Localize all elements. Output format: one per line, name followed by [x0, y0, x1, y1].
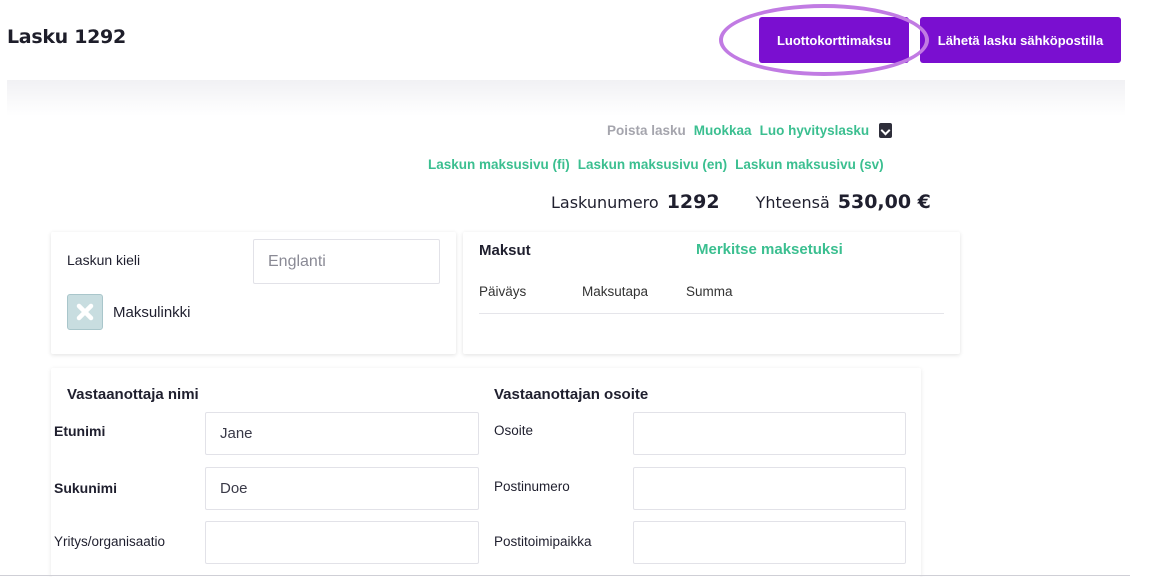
- recipient-name-title: Vastaanottaja nimi: [67, 386, 199, 403]
- page-title: Lasku 1292: [7, 26, 126, 48]
- payments-title: Maksut: [479, 242, 531, 259]
- page-header: Lasku 1292 Luottokorttimaksu Lähetä lask…: [0, 0, 1174, 80]
- column-method: Maksutapa: [582, 284, 649, 299]
- edit-link[interactable]: Muokkaa: [694, 123, 752, 138]
- total-label: Yhteensä: [755, 193, 830, 212]
- recipient-address-title: Vastaanottajan osoite: [494, 386, 649, 403]
- address-field[interactable]: [633, 412, 906, 455]
- payments-table-header: Päiväys Maksutapa Summa: [479, 284, 944, 314]
- close-icon: [76, 303, 94, 321]
- invoice-summary: Laskunumero 1292 Yhteensä 530,00 €: [551, 191, 931, 213]
- invoice-actions: Poista lasku Muokkaa Luo hyvityslasku: [607, 123, 893, 138]
- first-name-field[interactable]: Jane: [205, 412, 479, 455]
- company-field[interactable]: [205, 521, 479, 564]
- card-payment-button[interactable]: Luottokorttimaksu: [759, 17, 909, 63]
- payments-card: Maksut Merkitse maksetuksi Päiväys Maksu…: [463, 232, 960, 354]
- language-label: Laskun kieli: [67, 252, 141, 268]
- language-card: Laskun kieli Englanti Maksulinkki: [51, 232, 456, 354]
- send-email-button[interactable]: Lähetä lasku sähköpostilla: [920, 17, 1121, 63]
- column-sum: Summa: [686, 284, 733, 299]
- last-name-field[interactable]: Doe: [205, 467, 479, 510]
- create-credit-note-link[interactable]: Luo hyvityslasku: [760, 123, 870, 138]
- address-label: Osoite: [494, 423, 534, 438]
- mark-paid-link[interactable]: Merkitse maksetuksi: [696, 241, 843, 258]
- total-amount: 530,00 €: [837, 191, 931, 213]
- payment-link-checkbox[interactable]: [67, 294, 103, 330]
- bottom-divider: [0, 575, 1130, 576]
- postal-code-label: Postinumero: [494, 479, 570, 494]
- invoice-number-label: Laskunumero: [551, 193, 659, 212]
- right-gutter: [1125, 80, 1174, 577]
- column-date: Päiväys: [479, 284, 527, 299]
- first-name-label: Etunimi: [54, 423, 106, 439]
- postal-code-field[interactable]: [633, 467, 906, 510]
- city-label: Postitoimipaikka: [494, 534, 592, 549]
- download-icon[interactable]: [879, 123, 893, 138]
- last-name-label: Sukunimi: [54, 480, 118, 496]
- invoice-number: 1292: [666, 191, 720, 213]
- delete-invoice-link[interactable]: Poista lasku: [607, 123, 686, 138]
- recipient-card: Vastaanottaja nimi Etunimi Jane Sukunimi…: [51, 368, 921, 577]
- city-field[interactable]: [633, 521, 906, 564]
- payment-page-sv-link[interactable]: Laskun maksusivu (sv): [735, 157, 884, 172]
- payment-page-en-link[interactable]: Laskun maksusivu (en): [578, 157, 727, 172]
- company-label: Yritys/organisaatio: [54, 534, 166, 549]
- language-select[interactable]: Englanti: [253, 239, 440, 284]
- payment-page-links: Laskun maksusivu (fi) Laskun maksusivu (…: [428, 157, 884, 172]
- payment-page-fi-link[interactable]: Laskun maksusivu (fi): [428, 157, 570, 172]
- payment-link-label: Maksulinkki: [113, 304, 191, 321]
